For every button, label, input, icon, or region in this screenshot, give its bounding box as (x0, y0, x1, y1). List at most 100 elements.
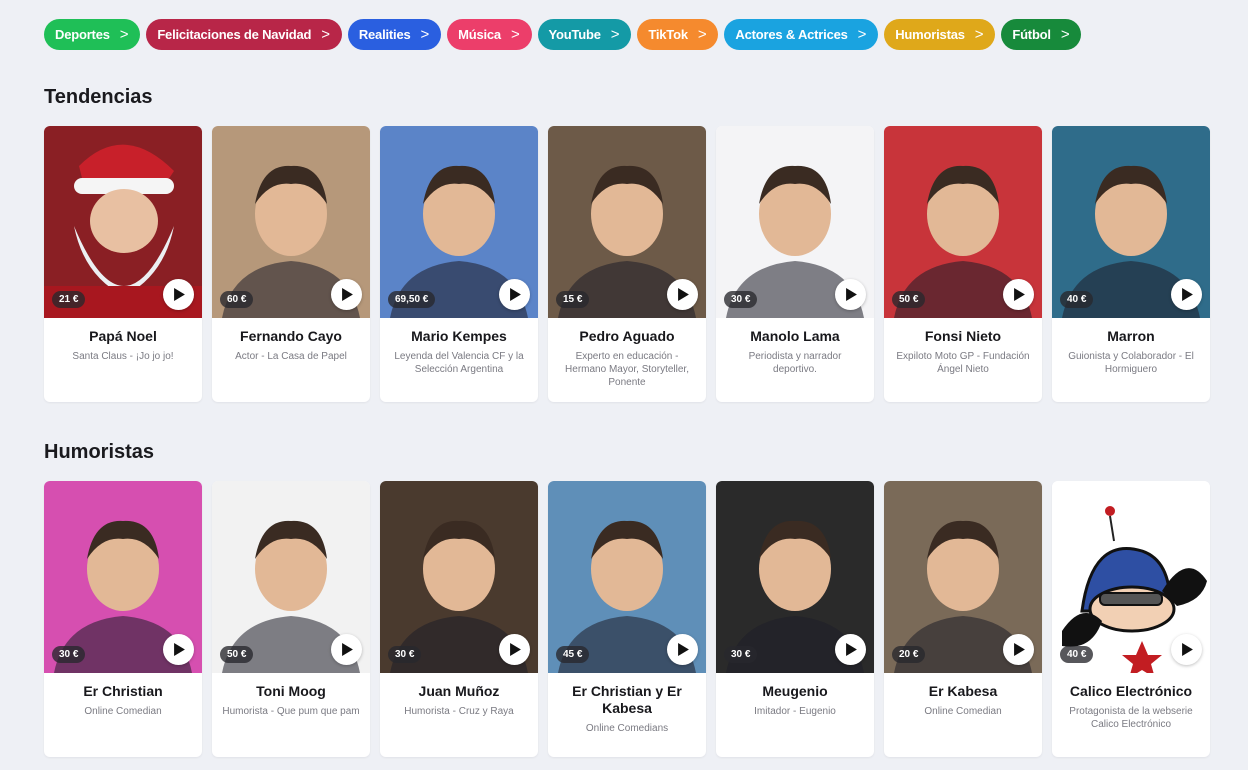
celebrity-card-marron[interactable]: 40 € Marron Guionista y Colaborador - El H… (1052, 126, 1210, 402)
celebrity-name: Er Christian y Er Kabesa (572, 683, 682, 716)
category-chip-humoristas[interactable]: Humoristas > (884, 19, 996, 50)
celebrity-card-pedro-aguado[interactable]: 15 € Pedro Aguado Experto en educación - H… (548, 126, 706, 402)
play-icon (1182, 643, 1193, 656)
price-badge: 20 € (892, 646, 926, 663)
price-badge: 60 € (220, 291, 254, 308)
section-title-tendencias: Tendencias (44, 86, 153, 108)
celebrity-name: Er Kabesa (928, 683, 998, 699)
category-chip-realities[interactable]: Realities > (347, 19, 442, 50)
chevron-right-icon: > (119, 26, 129, 43)
play-icon (510, 288, 521, 301)
celebrity-description: Online Comedian (84, 706, 162, 717)
play-icon (678, 643, 689, 656)
celebrity-photo: 15 € (548, 126, 706, 318)
celebrity-photo: 45 € (548, 481, 706, 673)
play-icon (1014, 643, 1025, 656)
celebrity-card-papa-noel[interactable]: 21 € Papá Noel Santa Claus - ¡Jo jo jo! (44, 126, 202, 402)
celebrity-card-fernando-cayo[interactable]: 60 € Fernando Cayo Actor - La Casa de Pape… (212, 126, 370, 402)
celebrity-description: Protagonista de la webserie Calico Elect… (1069, 706, 1193, 730)
celebrity-card-juan-munoz[interactable]: 30 € Juan Muñoz Humorista - Cruz y Raya (380, 481, 538, 757)
play-button[interactable] (1003, 634, 1034, 665)
celebrity-card-fonsi-nieto[interactable]: 50 € Fonsi Nieto Expiloto Moto GP - Fundac… (884, 126, 1042, 402)
celebrity-photo: 40 € (1052, 481, 1210, 673)
celebrity-description: Online Comedian (924, 706, 1002, 717)
celebrity-name: Pedro Aguado (579, 328, 675, 344)
celebrity-description: Guionista y Colaborador - El Hormiguero (1068, 351, 1194, 375)
price-badge: 15 € (556, 291, 590, 308)
card-row-tendencias: 21 € Papá Noel Santa Claus - ¡Jo jo jo! 60 … (44, 126, 1210, 402)
play-button[interactable] (331, 279, 362, 310)
category-chip-actores-actrices[interactable]: Actores & Actrices > (724, 19, 879, 50)
play-button[interactable] (667, 279, 698, 310)
celebrity-photo: 30 € (716, 481, 874, 673)
play-button[interactable] (1171, 279, 1202, 310)
play-button[interactable] (835, 634, 866, 665)
celebrity-description: Humorista - Cruz y Raya (404, 706, 514, 717)
celebrity-description: Santa Claus - ¡Jo jo jo! (72, 351, 174, 362)
play-icon (174, 643, 185, 656)
play-icon (678, 288, 689, 301)
celebrity-photo: 21 € (44, 126, 202, 318)
celebrity-name: Juan Muñoz (418, 683, 500, 699)
category-chip-tiktok[interactable]: TikTok > (637, 19, 719, 50)
celebrity-card-mario-kempes[interactable]: 69,50 € Mario Kempes Leyenda del Valencia … (380, 126, 538, 402)
celebrity-card-toni-moog[interactable]: 50 € Toni Moog Humorista - Que pum que pam (212, 481, 370, 757)
category-bar: Deportes > Felicitaciones de Navidad > Reali… (44, 19, 1082, 50)
price-badge: 40 € (1060, 646, 1094, 663)
play-button[interactable] (835, 279, 866, 310)
category-chip-futbol[interactable]: Fútbol > (1001, 19, 1082, 50)
celebrity-name: Meugenio (762, 683, 828, 699)
celebrity-name: Calico Electrónico (1069, 683, 1193, 699)
celebrity-description: Imitador - Eugenio (754, 706, 836, 717)
celebrity-description: Experto en educación - Hermano Mayor, St… (565, 351, 689, 388)
play-button[interactable] (163, 634, 194, 665)
play-button[interactable] (1003, 279, 1034, 310)
play-icon (846, 643, 857, 656)
play-icon (342, 643, 353, 656)
play-button[interactable] (1171, 634, 1202, 665)
category-chip-felicitaciones-de-navidad[interactable]: Felicitaciones de Navidad > (146, 19, 342, 50)
celebrity-card-er-christian[interactable]: 30 € Er Christian Online Comedian (44, 481, 202, 757)
play-icon (510, 643, 521, 656)
celebrity-card-calico-electronico[interactable]: 40 € Calico Electrónico Protagonista de la… (1052, 481, 1210, 757)
celebrity-photo: 20 € (884, 481, 1042, 673)
card-row-humoristas: 30 € Er Christian Online Comedian 50 € Toni … (44, 481, 1210, 757)
celebrity-name: Mario Kempes (411, 328, 507, 344)
chevron-right-icon: > (974, 26, 984, 43)
play-button[interactable] (331, 634, 362, 665)
play-button[interactable] (163, 279, 194, 310)
chevron-right-icon: > (857, 26, 867, 43)
celebrity-card-manolo-lama[interactable]: 30 € Manolo Lama Periodista y narrador dep… (716, 126, 874, 402)
category-chip-youtube[interactable]: YouTube > (537, 19, 632, 50)
category-chip-label: Humoristas (895, 27, 965, 42)
price-badge: 21 € (52, 291, 86, 308)
section-title-humoristas: Humoristas (44, 441, 155, 463)
price-badge: 30 € (724, 291, 758, 308)
celebrity-description: Humorista - Que pum que pam (222, 706, 360, 717)
celebrity-card-er-kabesa[interactable]: 20 € Er Kabesa Online Comedian (884, 481, 1042, 757)
play-icon (846, 288, 857, 301)
celebrity-description: Periodista y narrador deportivo. (748, 351, 842, 375)
chevron-right-icon: > (510, 26, 520, 43)
chevron-right-icon: > (1060, 26, 1070, 43)
celebrity-name: Er Christian (83, 683, 163, 699)
celebrity-name: Fonsi Nieto (924, 328, 1002, 344)
celebrity-photo: 30 € (380, 481, 538, 673)
category-chip-label: Fútbol (1012, 27, 1051, 42)
chevron-right-icon: > (420, 26, 430, 43)
celebrity-name: Papá Noel (89, 328, 157, 344)
category-chip-label: YouTube (548, 27, 601, 42)
play-button[interactable] (667, 634, 698, 665)
play-button[interactable] (499, 634, 530, 665)
celebrity-card-meugenio[interactable]: 30 € Meugenio Imitador - Eugenio (716, 481, 874, 757)
celebrity-name: Toni Moog (256, 683, 326, 699)
price-badge: 69,50 € (388, 291, 436, 308)
play-icon (1182, 288, 1193, 301)
category-chip-deportes[interactable]: Deportes > (44, 19, 141, 50)
category-chip-label: Felicitaciones de Navidad (157, 27, 312, 42)
play-button[interactable] (499, 279, 530, 310)
category-chip-label: Realities (358, 27, 411, 42)
celebrity-card-er-christian-y-er-kabesa[interactable]: 45 € Er Christian y Er Kabesa Online Comed… (548, 481, 706, 757)
category-chip-musica[interactable]: Música > (447, 19, 532, 50)
price-badge: 45 € (556, 646, 590, 663)
